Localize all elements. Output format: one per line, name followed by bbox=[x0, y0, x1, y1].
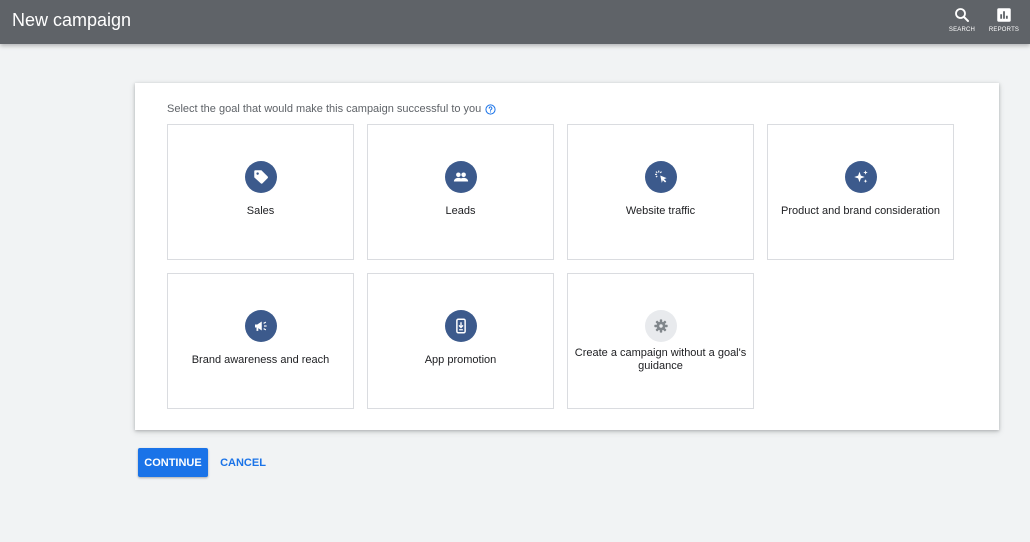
search-button[interactable]: SEARCH bbox=[942, 4, 982, 40]
goal-tile-app-promotion[interactable]: App promotion bbox=[367, 273, 554, 409]
bar-chart-icon bbox=[997, 8, 1011, 22]
megaphone-icon bbox=[245, 310, 277, 342]
cancel-button[interactable]: CANCEL bbox=[215, 448, 271, 477]
gear-icon bbox=[645, 310, 677, 342]
goal-tile-website-traffic[interactable]: Website traffic bbox=[567, 124, 754, 260]
people-icon bbox=[445, 161, 477, 193]
goal-label: Create a campaign without a goal's guida… bbox=[574, 347, 747, 372]
goal-label: Product and brand consideration bbox=[781, 205, 940, 217]
continue-button[interactable]: CONTINUE bbox=[138, 448, 208, 477]
phone-download-icon bbox=[445, 310, 477, 342]
goal-tile-leads[interactable]: Leads bbox=[367, 124, 554, 260]
cursor-click-icon bbox=[645, 161, 677, 193]
goal-tile-sales[interactable]: Sales bbox=[167, 124, 354, 260]
goal-tile-brand-awareness[interactable]: Brand awareness and reach bbox=[167, 273, 354, 409]
goal-selection-card: Select the goal that would make this cam… bbox=[135, 83, 999, 430]
goal-prompt: Select the goal that would make this cam… bbox=[167, 103, 496, 115]
goal-label: Leads bbox=[445, 205, 476, 217]
goal-tile-product-brand-consideration[interactable]: Product and brand consideration bbox=[767, 124, 954, 260]
reports-button[interactable]: REPORTS bbox=[984, 4, 1024, 40]
goal-label: App promotion bbox=[424, 354, 497, 366]
help-circle-icon[interactable] bbox=[485, 103, 496, 115]
goal-tile-no-guidance[interactable]: Create a campaign without a goal's guida… bbox=[567, 273, 754, 409]
goal-label: Sales bbox=[246, 205, 275, 217]
reports-label: REPORTS bbox=[988, 27, 1020, 33]
search-label: SEARCH bbox=[948, 27, 976, 33]
goal-prompt-text: Select the goal that would make this cam… bbox=[167, 103, 482, 115]
goal-label: Brand awareness and reach bbox=[191, 354, 330, 366]
search-icon bbox=[955, 8, 969, 22]
page-title: New campaign bbox=[12, 10, 132, 30]
goal-label: Website traffic bbox=[625, 205, 696, 217]
sparkle-icon bbox=[845, 161, 877, 193]
tag-icon bbox=[245, 161, 277, 193]
top-app-bar: New campaign SEARCH REPORTS bbox=[0, 0, 1030, 44]
